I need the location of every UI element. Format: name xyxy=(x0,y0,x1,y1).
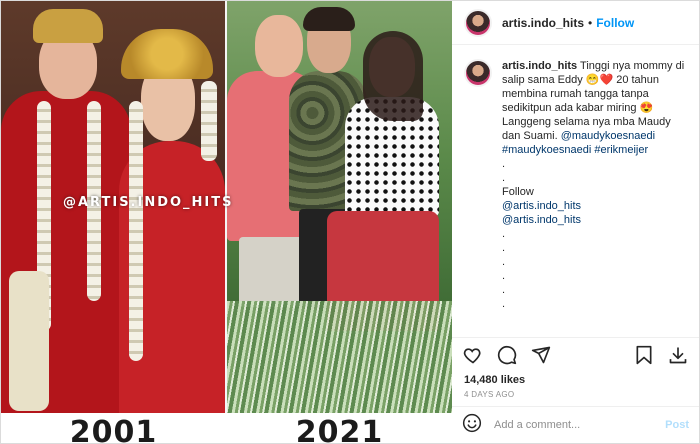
header-username[interactable]: artis.indo_hits xyxy=(502,16,584,30)
caption-hashtags[interactable]: #maudykoesnaedi #erikmeijer xyxy=(502,143,687,157)
smiley-icon[interactable] xyxy=(462,413,482,438)
comment-input[interactable] xyxy=(492,418,666,432)
post-media[interactable]: @ARTIS.INDO_HITS 2001 2021 xyxy=(1,1,452,443)
caption-mention-link[interactable]: @artis.indo_hits xyxy=(502,213,687,227)
heart-icon[interactable] xyxy=(462,344,484,366)
caption-text: artis.indo_hits Tinggi nya mommy di sali… xyxy=(502,59,687,337)
watermark-text: @ARTIS.INDO_HITS xyxy=(63,195,234,210)
caption-dot: . xyxy=(502,228,506,240)
caption-username[interactable]: artis.indo_hits xyxy=(502,60,577,72)
wedding-photo-2001 xyxy=(1,1,225,443)
caption-dot: . xyxy=(502,158,506,170)
caption-dot: . xyxy=(502,242,506,254)
bookmark-icon[interactable] xyxy=(633,344,655,366)
caption-dot: . xyxy=(502,256,506,268)
comment-bar: Post xyxy=(452,406,699,443)
caption-mention-link[interactable]: @maudykoesnaedi xyxy=(561,130,655,142)
post-sidebar: artis.indo_hits • Follow artis.indo_hits… xyxy=(452,1,699,443)
action-bar xyxy=(452,337,699,372)
caption-dot: . xyxy=(502,270,506,282)
caption-dot: . xyxy=(502,172,506,184)
caption-avatar[interactable] xyxy=(464,59,492,87)
share-icon[interactable] xyxy=(530,344,552,366)
caption-dot: . xyxy=(502,284,506,296)
post-header: artis.indo_hits • Follow xyxy=(452,1,699,45)
year-label-left: 2001 xyxy=(69,415,158,443)
avatar[interactable] xyxy=(464,8,492,37)
post-comment-button[interactable]: Post xyxy=(665,419,689,431)
header-separator: • xyxy=(588,15,593,30)
instagram-post: @ARTIS.INDO_HITS 2001 2021 artis.indo_hi… xyxy=(0,0,700,444)
caption-follow-text: Follow xyxy=(502,186,534,198)
year-label-right: 2021 xyxy=(295,415,384,443)
download-icon[interactable] xyxy=(667,344,689,366)
post-date: 4 DAYS AGO xyxy=(464,390,515,399)
like-count[interactable]: 14,480 likes xyxy=(452,372,699,388)
follow-button[interactable]: Follow xyxy=(596,16,634,30)
family-photo-2021 xyxy=(227,1,452,443)
caption-area: artis.indo_hits Tinggi nya mommy di sali… xyxy=(452,45,699,337)
comment-icon[interactable] xyxy=(496,344,518,366)
caption-mention-link[interactable]: @artis.indo_hits xyxy=(502,199,687,213)
caption-dot: . xyxy=(502,298,506,310)
